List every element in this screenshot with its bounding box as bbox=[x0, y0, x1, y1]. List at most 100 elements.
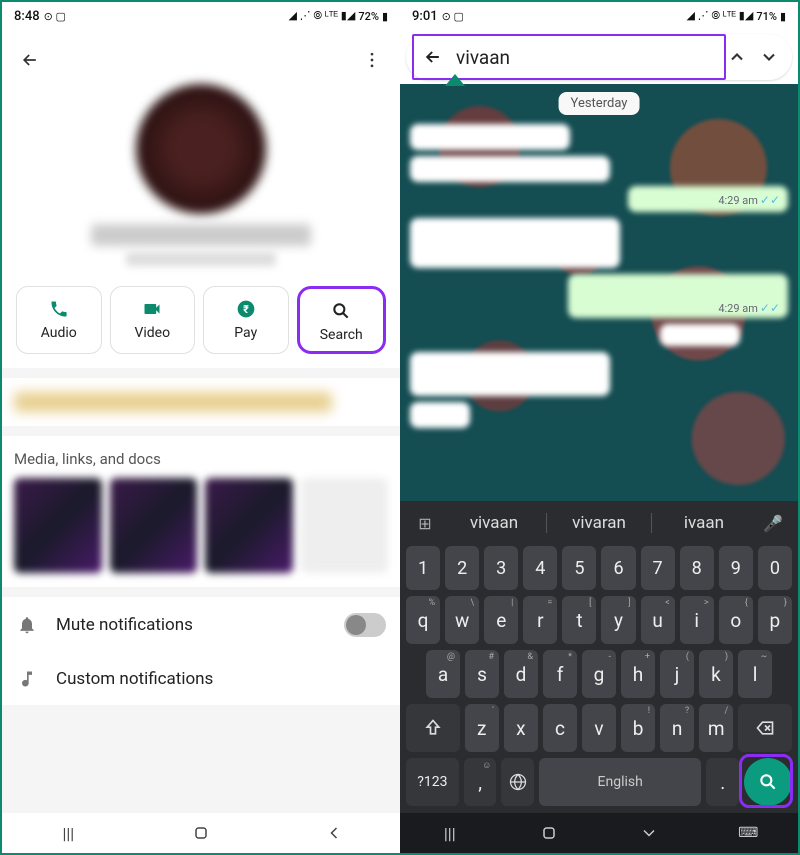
key-1[interactable]: 1 bbox=[406, 546, 440, 590]
comma-key[interactable]: ,☺ bbox=[464, 758, 497, 806]
period-key[interactable]: . bbox=[706, 758, 739, 806]
svg-text:₹: ₹ bbox=[243, 303, 249, 316]
audio-label: Audio bbox=[41, 325, 77, 341]
keyboard: ⊞ vivaan vivaran ivaan 🎤 1234567890 q%w\… bbox=[400, 501, 798, 813]
contact-avatar[interactable] bbox=[136, 84, 266, 214]
symbols-key[interactable]: ?123 bbox=[406, 758, 459, 806]
backspace-key[interactable] bbox=[738, 704, 792, 752]
incoming-message[interactable] bbox=[410, 156, 610, 182]
home-button[interactable] bbox=[171, 823, 231, 843]
key-n[interactable]: n? bbox=[660, 704, 694, 752]
key-d[interactable]: d& bbox=[504, 650, 538, 698]
back-nav-button[interactable] bbox=[304, 823, 364, 843]
date-separator: Yesterday bbox=[559, 92, 640, 115]
key-e[interactable]: e| bbox=[484, 596, 518, 644]
keyboard-switch-button[interactable]: ⌨ bbox=[718, 825, 778, 841]
battery-icon: ▮ bbox=[382, 10, 388, 23]
chat-background[interactable]: Yesterday 4:29 am✓✓ 4:29 am✓✓ bbox=[400, 84, 798, 501]
key-p[interactable]: p} bbox=[758, 596, 792, 644]
key-l[interactable]: l~ bbox=[738, 650, 772, 698]
video-label: Video bbox=[134, 325, 170, 341]
keyboard-hide-button[interactable] bbox=[619, 823, 679, 843]
search-next-button[interactable] bbox=[754, 42, 784, 72]
incoming-message[interactable] bbox=[410, 218, 620, 268]
key-6[interactable]: 6 bbox=[601, 546, 635, 590]
key-b[interactable]: b! bbox=[621, 704, 655, 752]
grid-icon[interactable]: ⊞ bbox=[408, 514, 442, 533]
phone-icon bbox=[49, 297, 69, 321]
key-5[interactable]: 5 bbox=[562, 546, 596, 590]
spacebar[interactable]: English bbox=[539, 758, 702, 806]
incoming-message[interactable] bbox=[410, 402, 470, 428]
key-h[interactable]: h+ bbox=[621, 650, 655, 698]
mute-notifications-row[interactable]: Mute notifications bbox=[2, 597, 400, 653]
key-k[interactable]: k) bbox=[699, 650, 733, 698]
media-title: Media, links, and docs bbox=[14, 450, 388, 468]
media-thumb[interactable] bbox=[110, 478, 198, 573]
key-c[interactable]: c bbox=[543, 704, 577, 752]
key-y[interactable]: y] bbox=[601, 596, 635, 644]
key-z[interactable]: z' bbox=[465, 704, 499, 752]
custom-label: Custom notifications bbox=[56, 669, 386, 689]
mic-icon[interactable]: 🎤 bbox=[756, 514, 790, 533]
status-notif-icons: ⊙ ▢ bbox=[44, 10, 66, 23]
media-thumb[interactable] bbox=[301, 478, 389, 573]
key-9[interactable]: 9 bbox=[719, 546, 753, 590]
incoming-message[interactable] bbox=[410, 124, 570, 150]
mute-label: Mute notifications bbox=[56, 615, 326, 635]
shift-key[interactable] bbox=[406, 704, 460, 752]
key-2[interactable]: 2 bbox=[445, 546, 479, 590]
suggestion-word[interactable]: ivaan bbox=[654, 513, 754, 533]
search-label: Search bbox=[320, 327, 363, 343]
mute-toggle[interactable] bbox=[344, 613, 386, 637]
key-v[interactable]: v bbox=[582, 704, 616, 752]
key-j[interactable]: j( bbox=[660, 650, 694, 698]
search-enter-key[interactable] bbox=[744, 758, 792, 806]
key-m[interactable]: m/ bbox=[699, 704, 733, 752]
incoming-message[interactable] bbox=[410, 352, 610, 396]
key-t[interactable]: t[ bbox=[562, 596, 596, 644]
media-thumb[interactable] bbox=[14, 478, 102, 573]
about-section[interactable] bbox=[2, 378, 400, 426]
recents-button[interactable]: ||| bbox=[38, 824, 98, 843]
audio-call-button[interactable]: Audio bbox=[16, 286, 102, 354]
pay-button[interactable]: ₹ Pay bbox=[203, 286, 289, 354]
search-button[interactable]: Search bbox=[297, 286, 387, 354]
incoming-message[interactable] bbox=[660, 324, 740, 346]
key-o[interactable]: o{ bbox=[719, 596, 753, 644]
key-7[interactable]: 7 bbox=[641, 546, 675, 590]
custom-notifications-row[interactable]: Custom notifications bbox=[2, 653, 400, 705]
rupee-icon: ₹ bbox=[236, 297, 256, 321]
key-x[interactable]: x bbox=[504, 704, 538, 752]
video-call-button[interactable]: Video bbox=[110, 286, 196, 354]
search-prev-button[interactable] bbox=[722, 42, 752, 72]
key-8[interactable]: 8 bbox=[680, 546, 714, 590]
key-q[interactable]: q% bbox=[406, 596, 440, 644]
key-4[interactable]: 4 bbox=[523, 546, 557, 590]
home-button[interactable] bbox=[519, 823, 579, 843]
status-battery-pct: 72% bbox=[358, 10, 379, 23]
key-g[interactable]: g- bbox=[582, 650, 616, 698]
search-back-button[interactable] bbox=[418, 42, 448, 72]
key-s[interactable]: s# bbox=[465, 650, 499, 698]
suggestion-word[interactable]: vivaan bbox=[444, 513, 544, 533]
key-u[interactable]: u< bbox=[641, 596, 675, 644]
key-i[interactable]: i> bbox=[680, 596, 714, 644]
overflow-menu-button[interactable] bbox=[354, 42, 390, 78]
key-r[interactable]: r= bbox=[523, 596, 557, 644]
key-0[interactable]: 0 bbox=[758, 546, 792, 590]
media-thumb[interactable] bbox=[205, 478, 293, 573]
suggestion-word[interactable]: vivaran bbox=[549, 513, 649, 533]
key-a[interactable]: a@ bbox=[426, 650, 460, 698]
key-3[interactable]: 3 bbox=[484, 546, 518, 590]
msg-time: 4:29 am bbox=[718, 302, 758, 315]
back-button[interactable] bbox=[12, 42, 48, 78]
right-screenshot: 9:01 ⊙ ▢ ◢ ⋰ ⦾ ᴸᵀᴱ ▮◢ 71% ▮ Yesterday bbox=[400, 2, 798, 853]
key-f[interactable]: f* bbox=[543, 650, 577, 698]
language-key[interactable] bbox=[501, 758, 534, 806]
recents-button[interactable]: ||| bbox=[420, 824, 480, 843]
key-w[interactable]: w\ bbox=[445, 596, 479, 644]
tutorial-arrow-icon bbox=[445, 74, 465, 86]
media-section[interactable]: Media, links, and docs bbox=[2, 436, 400, 587]
search-input[interactable] bbox=[456, 46, 720, 69]
